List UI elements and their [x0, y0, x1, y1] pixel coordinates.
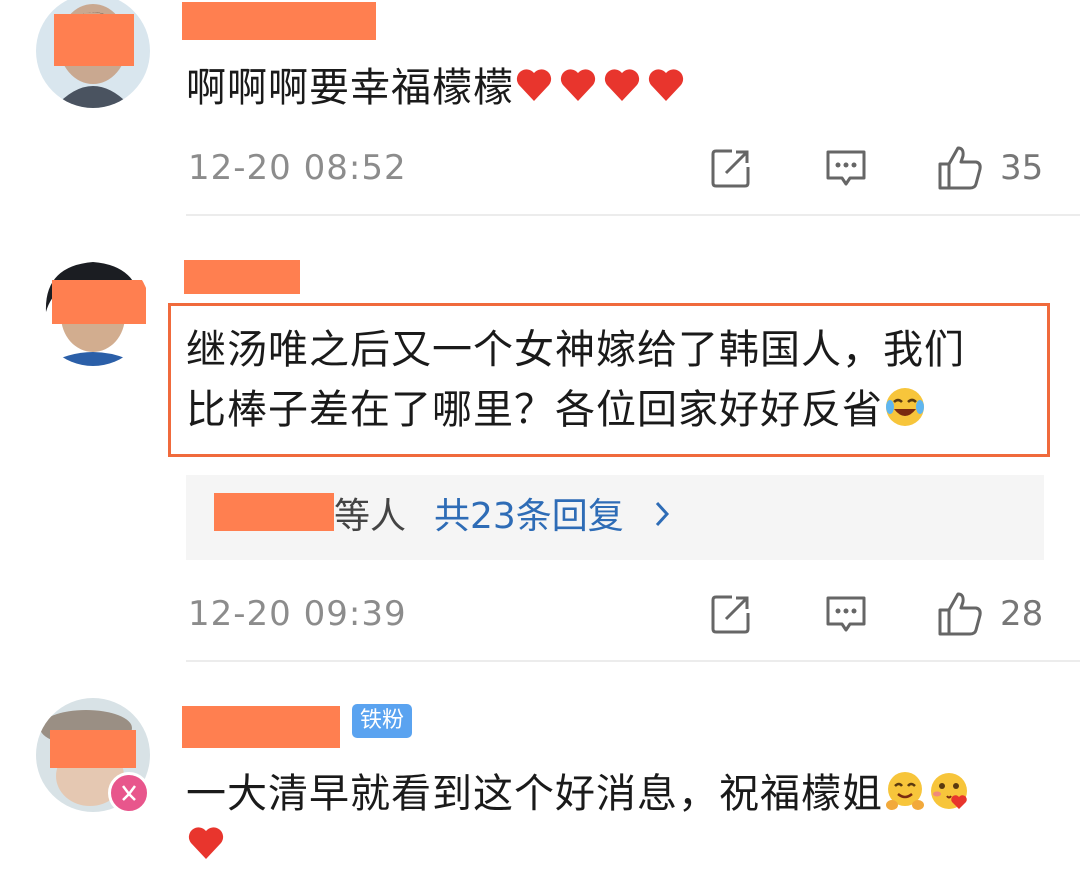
comment-icon — [826, 596, 866, 632]
forward-button[interactable] — [710, 584, 752, 644]
fan-badge[interactable]: 铁粉 — [352, 704, 413, 738]
divider — [186, 214, 1080, 216]
forward-icon — [711, 595, 750, 634]
heart-emoji — [188, 827, 224, 859]
forward-icon — [711, 149, 750, 188]
comment-icon — [826, 150, 866, 186]
reply-button[interactable] — [824, 138, 868, 198]
replies-box[interactable]: 等人 共23条回复 — [186, 475, 1044, 560]
comment-text — [186, 816, 230, 876]
censor-block — [52, 280, 146, 324]
highlight-annotation — [168, 303, 1050, 457]
divider — [186, 660, 1080, 662]
heart-emoji — [560, 69, 596, 101]
comment-text: 啊啊啊要幸福檬檬 — [186, 58, 690, 118]
heart-emoji — [516, 69, 552, 101]
comment-meta: 12-20 08:52 35 — [186, 138, 1046, 198]
censor-block — [50, 730, 136, 768]
blushing-heart-emoji — [931, 773, 967, 809]
like-count: 35 — [1000, 148, 1044, 188]
username-censored[interactable] — [182, 706, 340, 748]
view-replies-link[interactable]: 共23条回复 — [434, 487, 624, 539]
replies-people-label: 等人 — [334, 496, 407, 537]
vip-badge-icon — [108, 772, 150, 814]
censor-block — [54, 14, 134, 66]
thumbs-up-icon — [938, 592, 982, 636]
forward-button[interactable] — [710, 138, 752, 198]
heart-emoji — [604, 69, 640, 101]
username-censored[interactable] — [184, 260, 300, 294]
reply-button[interactable] — [824, 584, 868, 644]
chevron-right-icon — [655, 501, 670, 527]
username-censored[interactable] — [182, 2, 376, 40]
comment-meta: 12-20 09:39 28 — [186, 584, 1046, 644]
heart-emoji — [648, 69, 684, 101]
like-count: 28 — [1000, 594, 1044, 634]
avatar[interactable] — [36, 252, 150, 366]
comment-text: 一大清早就看到这个好消息，祝福檬姐 — [186, 764, 971, 824]
avatar[interactable] — [36, 0, 150, 108]
like-button[interactable]: 35 — [936, 138, 1043, 198]
timestamp: 12-20 09:39 — [188, 594, 407, 634]
timestamp: 12-20 08:52 — [188, 148, 407, 188]
hug-emoji — [886, 772, 924, 810]
thumbs-up-icon — [938, 146, 982, 190]
replier-names-censored — [214, 493, 334, 531]
like-button[interactable]: 28 — [936, 584, 1043, 644]
